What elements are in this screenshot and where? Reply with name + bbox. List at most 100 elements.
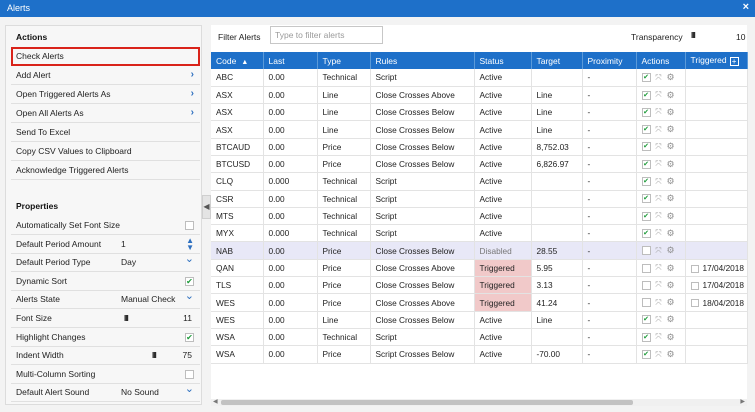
action-open-triggered-alerts-as[interactable]: Open Triggered Alerts As › <box>11 85 200 104</box>
enable-checkbox[interactable] <box>641 246 651 256</box>
triggered-checkbox[interactable] <box>690 264 699 273</box>
transparency-slider-icon[interactable]: III <box>691 31 696 40</box>
column-header-rules[interactable]: Rules <box>370 52 475 69</box>
gear-icon[interactable]: ⚙ <box>666 314 676 325</box>
expand-icon[interactable]: ⤧ <box>654 125 664 135</box>
enable-checkbox[interactable]: ✔ <box>641 90 651 100</box>
action-add-alert[interactable]: Add Alert › <box>11 66 200 85</box>
gear-icon[interactable]: ⚙ <box>666 332 676 343</box>
column-header-target[interactable]: Target <box>531 52 583 69</box>
property-alerts-state[interactable]: Alerts State Manual Check ⌄ <box>11 290 200 310</box>
enable-checkbox[interactable]: ✔ <box>641 332 651 342</box>
expand-icon[interactable]: ⤧ <box>654 211 664 221</box>
property-indent-width[interactable]: Indent Width III 75 <box>11 347 200 366</box>
scroll-left-icon[interactable]: ◀ <box>213 399 218 406</box>
property-font-size[interactable]: Font Size III 11 <box>11 310 200 328</box>
expand-icon[interactable]: ⤧ <box>654 177 664 187</box>
gear-icon[interactable]: ⚙ <box>666 124 676 135</box>
property-dynamic-sort[interactable]: Dynamic Sort ✔ <box>11 273 200 291</box>
property-automatically-set-font-size[interactable]: Automatically Set Font Size <box>11 217 200 235</box>
close-icon[interactable]: × <box>743 1 749 13</box>
table-row[interactable]: MYX 0.000 Technical Script Active - ✔ ⤧ ⚙ <box>211 224 748 243</box>
table-row[interactable]: WSA 0.00 Technical Script Active - ✔ ⤧ ⚙ <box>211 328 748 347</box>
property-default-alert-sound[interactable]: Default Alert Sound No Sound ⌄ <box>11 381 200 403</box>
enable-checkbox[interactable]: ✔ <box>641 194 651 204</box>
gear-icon[interactable]: ⚙ <box>666 211 676 222</box>
expand-icon[interactable]: ⤧ <box>654 228 664 238</box>
enable-checkbox[interactable] <box>641 263 651 273</box>
chevron-right-icon[interactable]: › <box>191 85 194 103</box>
gear-icon[interactable]: ⚙ <box>666 159 676 170</box>
table-row[interactable]: CSR 0.00 Technical Script Active - ✔ ⤧ ⚙ <box>211 190 748 208</box>
table-row[interactable]: ASX 0.00 Line Close Crosses Below Active Line… <box>211 120 748 139</box>
action-acknowledge-triggered-alerts[interactable]: Acknowledge Triggered Alerts <box>11 161 200 180</box>
table-row[interactable]: WES 0.00 Price Close Crosses Above Triggered… <box>211 293 748 312</box>
gear-icon[interactable]: ⚙ <box>666 107 676 118</box>
gear-icon[interactable]: ⚙ <box>666 280 676 291</box>
table-row[interactable]: CLQ 0.000 Technical Script Active - ✔ ⤧ ⚙ <box>211 172 748 191</box>
enable-checkbox[interactable]: ✔ <box>641 107 651 117</box>
checkbox[interactable]: ✔ <box>185 332 194 342</box>
enable-checkbox[interactable]: ✔ <box>641 142 651 152</box>
enable-checkbox[interactable]: ✔ <box>641 228 651 238</box>
plus-icon[interactable]: + <box>729 56 739 66</box>
enable-checkbox[interactable]: ✔ <box>641 315 651 325</box>
enable-checkbox[interactable] <box>641 280 651 290</box>
slider-icon[interactable]: III <box>124 310 129 327</box>
column-header-type[interactable]: Type <box>317 52 371 69</box>
checkbox[interactable] <box>185 369 194 379</box>
table-row[interactable]: BTCAUD 0.00 Price Close Crosses Below Active… <box>211 138 748 156</box>
action-check-alerts[interactable]: Check Alerts <box>11 47 200 66</box>
table-row[interactable]: ASX 0.00 Line Close Crosses Below Active Line… <box>211 103 748 122</box>
gear-icon[interactable]: ⚙ <box>666 176 676 187</box>
table-row[interactable]: NAB 0.00 Price Close Crosses Below Disabled 2… <box>211 241 748 260</box>
gear-icon[interactable]: ⚙ <box>666 263 676 274</box>
chevron-down-icon[interactable]: ⌄ <box>185 251 194 268</box>
checkbox[interactable] <box>185 221 194 230</box>
expand-icon[interactable]: ⤧ <box>654 194 664 204</box>
table-row[interactable]: QAN 0.00 Price Close Crosses Above Triggered… <box>211 259 748 278</box>
filter-alerts-input[interactable] <box>270 26 383 44</box>
chevron-right-icon[interactable]: › <box>191 66 194 84</box>
property-multi-column-sorting[interactable]: Multi-Column Sorting <box>11 366 200 384</box>
spinner-icon[interactable]: ▲ ▼ <box>186 236 194 251</box>
table-row[interactable]: WSA 0.00 Price Script Crosses Below Active -7… <box>211 345 748 364</box>
checkbox[interactable]: ✔ <box>185 276 194 286</box>
horizontal-scrollbar[interactable]: ◀ ▶ <box>211 399 747 406</box>
expand-icon[interactable]: ⤧ <box>654 332 664 342</box>
property-highlight-changes[interactable]: Highlight Changes ✔ <box>11 329 200 347</box>
expand-icon[interactable]: ⤧ <box>654 315 664 325</box>
column-header-code[interactable]: Code ▲ <box>211 52 264 69</box>
enable-checkbox[interactable] <box>641 298 651 308</box>
gear-icon[interactable]: ⚙ <box>666 297 676 308</box>
expand-icon[interactable]: ⤧ <box>654 142 664 152</box>
expand-icon[interactable]: ⤧ <box>654 280 664 290</box>
table-row[interactable]: ASX 0.00 Line Close Crosses Above Active Line… <box>211 86 748 105</box>
gear-icon[interactable]: ⚙ <box>666 193 676 204</box>
gear-icon[interactable]: ⚙ <box>666 228 676 239</box>
table-row[interactable]: TLS 0.00 Price Close Crosses Below Triggered… <box>211 276 748 295</box>
enable-checkbox[interactable]: ✔ <box>641 177 651 187</box>
table-row[interactable]: WES 0.00 Line Close Crosses Below Active Line… <box>211 311 748 329</box>
expand-icon[interactable]: ⤧ <box>654 246 664 256</box>
triggered-checkbox[interactable] <box>690 299 699 308</box>
enable-checkbox[interactable]: ✔ <box>641 211 651 221</box>
table-row[interactable]: ABC 0.00 Technical Script Active - ✔ ⤧ ⚙ <box>211 69 748 87</box>
action-open-all-alerts-as[interactable]: Open All Alerts As › <box>11 104 200 123</box>
gear-icon[interactable]: ⚙ <box>666 349 676 360</box>
column-header-status[interactable]: Status <box>474 52 532 69</box>
table-row[interactable]: MTS 0.00 Technical Script Active - ✔ ⤧ ⚙ <box>211 207 748 226</box>
slider-icon[interactable]: III <box>152 347 157 364</box>
action-copy-csv-values-to-clipboard[interactable]: Copy CSV Values to Clipboard <box>11 142 200 161</box>
expand-icon[interactable]: ⤧ <box>654 73 664 83</box>
property-default-period-amount[interactable]: Default Period Amount 1 ▲ ▼ <box>11 236 200 254</box>
expand-icon[interactable]: ⤧ <box>654 263 664 273</box>
chevron-down-icon[interactable]: ⌄ <box>185 381 194 398</box>
gear-icon[interactable]: ⚙ <box>666 72 676 83</box>
column-header-last[interactable]: Last <box>263 52 318 69</box>
enable-checkbox[interactable]: ✔ <box>641 350 651 360</box>
scrollbar-thumb[interactable] <box>221 400 633 405</box>
chevron-right-icon[interactable]: › <box>191 104 194 122</box>
enable-checkbox[interactable]: ✔ <box>641 159 651 169</box>
enable-checkbox[interactable]: ✔ <box>641 73 651 83</box>
